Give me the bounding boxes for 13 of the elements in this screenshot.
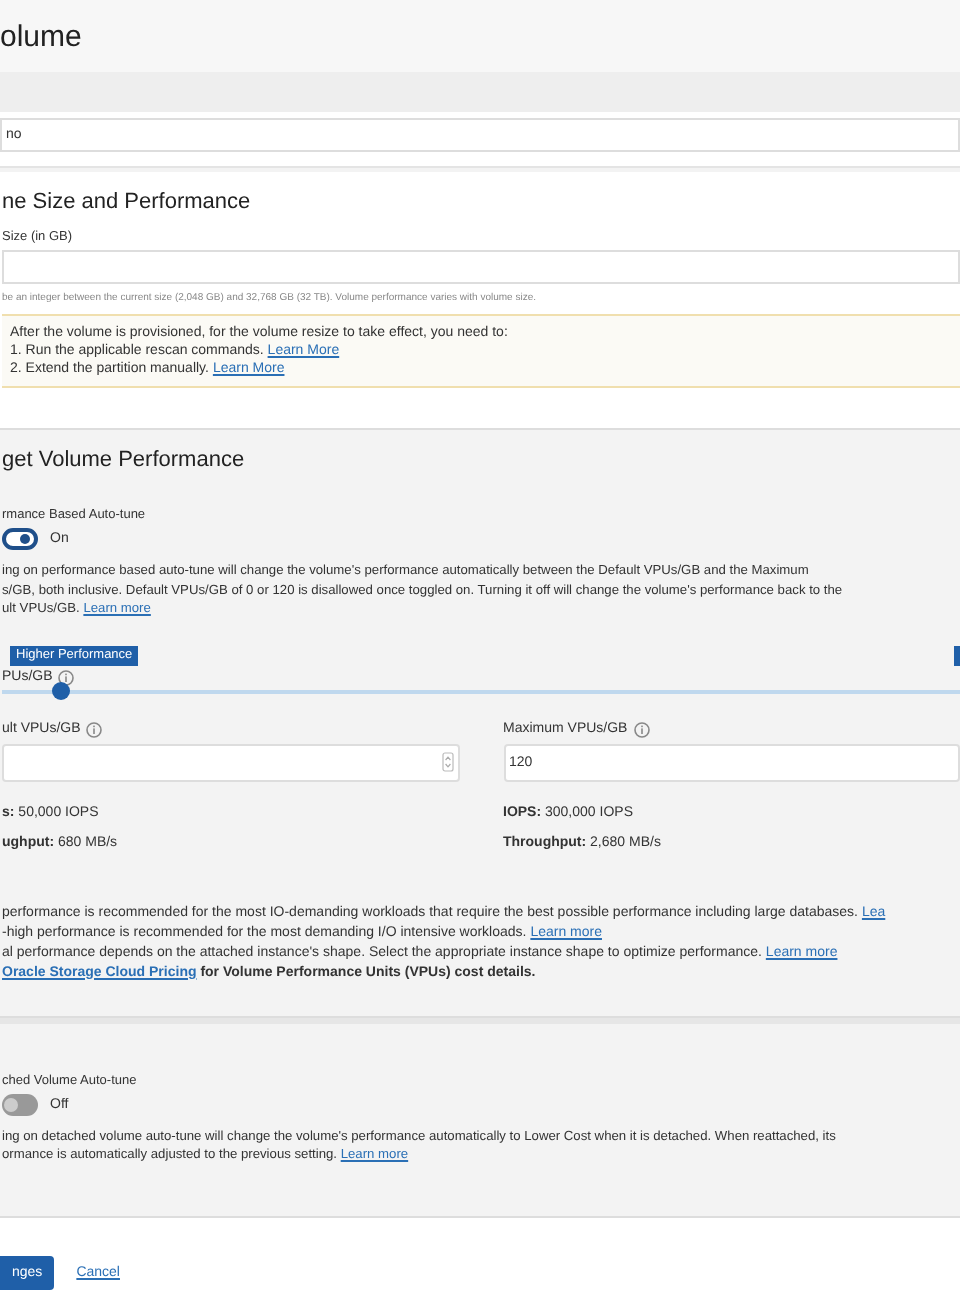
section-heading: get Volume Performance [2, 448, 247, 472]
section-heading: ne Size and Performance [2, 190, 253, 214]
spinner-icon[interactable] [441, 752, 453, 773]
toggle-switch[interactable] [2, 1093, 38, 1116]
tooltip-edge [954, 645, 960, 666]
page-title: olume [0, 19, 82, 53]
vpus-field[interactable] [2, 743, 459, 782]
slider-thumb[interactable] [51, 681, 70, 700]
size-field[interactable] [2, 250, 960, 284]
toggle-switch[interactable] [2, 528, 38, 550]
info-icon[interactable] [86, 721, 103, 738]
info-icon[interactable] [633, 721, 650, 738]
info-icon[interactable] [58, 669, 75, 686]
